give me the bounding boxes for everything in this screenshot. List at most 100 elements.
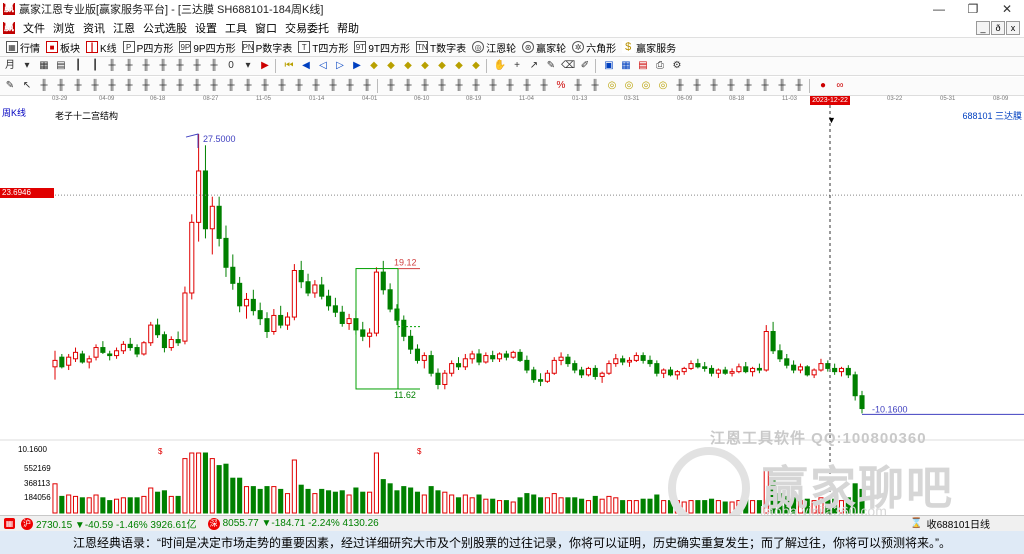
circle-tool-icon[interactable]: ◎: [656, 79, 670, 93]
bars-tool-icon[interactable]: ╫: [435, 79, 449, 93]
status-right[interactable]: ⌛ 收688101日线: [910, 516, 990, 531]
circle-tool-icon[interactable]: ◎: [605, 79, 619, 93]
menu-news[interactable]: 资讯: [79, 20, 109, 36]
book-icon[interactable]: ▤: [636, 59, 650, 73]
pen-icon[interactable]: ✎: [3, 79, 17, 93]
circle-tool-icon[interactable]: ◎: [639, 79, 653, 93]
sh-index[interactable]: ▦ 沪 2730.15 ▼-40.59 -1.46% 3926.61亿: [0, 516, 197, 531]
close-button[interactable]: ✕: [990, 0, 1024, 18]
settings-icon[interactable]: ⚙: [670, 59, 684, 73]
bars-tool-icon[interactable]: ╫: [122, 59, 136, 73]
period-select-icon[interactable]: 月: [3, 59, 17, 73]
bars-tool-icon[interactable]: ╫: [537, 79, 551, 93]
dropdown-icon[interactable]: ▾: [241, 59, 255, 73]
menu-formula[interactable]: 公式选股: [139, 20, 191, 36]
bars-tool-icon[interactable]: ╫: [156, 79, 170, 93]
calculator-icon[interactable]: ▦: [619, 59, 633, 73]
toolbar-9p-square[interactable]: 9P 9P四方形: [179, 40, 236, 55]
toolbar-p-table[interactable]: PN P数字表: [241, 40, 292, 55]
pen-icon[interactable]: ✐: [578, 59, 592, 73]
next-icon[interactable]: ▶: [350, 59, 364, 73]
bars-tool-icon[interactable]: ╫: [105, 79, 119, 93]
toolbar-gann-wheel[interactable]: ◎ 江恩轮: [472, 40, 516, 55]
bars-tool-icon[interactable]: ╫: [571, 79, 585, 93]
toolbar-sectors[interactable]: ■ 板块: [46, 40, 80, 55]
bars-tool-icon[interactable]: ╫: [690, 79, 704, 93]
restore-button[interactable]: ❐: [956, 0, 990, 18]
marker-icon[interactable]: ▶: [258, 59, 272, 73]
bars-tool-icon[interactable]: ╫: [486, 79, 500, 93]
diamond-icon[interactable]: ◆: [469, 59, 483, 73]
bars-tool-icon[interactable]: ╫: [173, 59, 187, 73]
bars-tool-icon[interactable]: ╫: [792, 79, 806, 93]
image-icon[interactable]: ▣: [602, 59, 616, 73]
bars-tool-icon[interactable]: ╫: [309, 79, 323, 93]
bars-tool-icon[interactable]: ╫: [156, 59, 170, 73]
bars-tool-icon[interactable]: ╫: [224, 79, 238, 93]
bars-tool-icon[interactable]: ╫: [275, 79, 289, 93]
bars-tool-icon[interactable]: ╫: [469, 79, 483, 93]
bars-tool-icon[interactable]: ╫: [190, 59, 204, 73]
right-icon[interactable]: ▷: [333, 59, 347, 73]
toolbar-t-square[interactable]: T T四方形: [298, 40, 348, 55]
hand-icon[interactable]: ✋: [493, 59, 507, 73]
bars-tool-icon[interactable]: ╫: [71, 79, 85, 93]
dropdown-icon[interactable]: ▾: [20, 59, 34, 73]
child-restore-button[interactable]: ð: [991, 21, 1005, 35]
diamond-icon[interactable]: ◆: [401, 59, 415, 73]
sz-index[interactable]: 深 8055.77 ▼-184.71 -2.24% 4130.26: [205, 517, 379, 530]
bars-tool-icon[interactable]: ╫: [588, 79, 602, 93]
bars-tool-icon[interactable]: ╫: [37, 79, 51, 93]
line-tool-icon[interactable]: ↗: [527, 59, 541, 73]
diamond-icon[interactable]: ◆: [367, 59, 381, 73]
candle-tool-icon[interactable]: ┃: [88, 59, 102, 73]
bars-tool-icon[interactable]: ╫: [105, 59, 119, 73]
toolbar-winner-wheel[interactable]: ⊛ 赢家轮: [522, 40, 566, 55]
bars-tool-icon[interactable]: ╫: [292, 79, 306, 93]
zero-tool-icon[interactable]: 0: [224, 59, 238, 73]
bars-tool-icon[interactable]: ╫: [139, 79, 153, 93]
infinity-icon[interactable]: ∞: [833, 79, 847, 93]
bars-tool-icon[interactable]: ╫: [207, 79, 221, 93]
menu-window[interactable]: 窗口: [251, 20, 281, 36]
menu-gann[interactable]: 江恩: [109, 20, 139, 36]
toolbar-9t-square[interactable]: 9T 9T四方形: [354, 40, 410, 55]
bars-tool-icon[interactable]: ╫: [520, 79, 534, 93]
candle-tool-icon[interactable]: ┃: [71, 59, 85, 73]
toolbar-hexagon[interactable]: ✲ 六角形: [572, 40, 616, 55]
grid-tool-icon[interactable]: ▦: [37, 59, 51, 73]
bars-tool-icon[interactable]: ╫: [258, 79, 272, 93]
bars-tool-icon[interactable]: ╫: [758, 79, 772, 93]
bars-tool-icon[interactable]: ╫: [724, 79, 738, 93]
diamond-icon[interactable]: ◆: [435, 59, 449, 73]
crosshair-icon[interactable]: +: [510, 59, 524, 73]
bars-tool-icon[interactable]: ╫: [122, 79, 136, 93]
minimize-button[interactable]: —: [922, 0, 956, 18]
circle-tool-icon[interactable]: ◎: [622, 79, 636, 93]
toolbar-kline[interactable]: ┃ K线: [86, 40, 117, 55]
diamond-icon[interactable]: ◆: [384, 59, 398, 73]
bars-tool-icon[interactable]: ╫: [207, 59, 221, 73]
menu-browse[interactable]: 浏览: [49, 20, 79, 36]
toolbar-t-table[interactable]: TN T数字表: [416, 40, 466, 55]
bars-tool-icon[interactable]: ╫: [241, 79, 255, 93]
first-icon[interactable]: ⏮: [282, 59, 296, 73]
bars-tool-icon[interactable]: ╫: [741, 79, 755, 93]
fan-tool-icon[interactable]: ✎: [544, 59, 558, 73]
color-wheel-icon[interactable]: ●: [816, 79, 830, 93]
child-close-button[interactable]: x: [1006, 21, 1020, 35]
toolbar-quotes[interactable]: ▦ 行情: [6, 40, 40, 55]
toolbar-service[interactable]: $ 赢家服务: [622, 40, 676, 55]
bars-tool-icon[interactable]: ╫: [360, 79, 374, 93]
arrow-icon[interactable]: ↖: [20, 79, 34, 93]
bars-tool-icon[interactable]: ╫: [54, 79, 68, 93]
table-tool-icon[interactable]: ▤: [54, 59, 68, 73]
menu-help[interactable]: 帮助: [333, 20, 363, 36]
toolbar-p-square[interactable]: P P四方形: [122, 40, 173, 55]
diamond-icon[interactable]: ◆: [418, 59, 432, 73]
menu-file[interactable]: 文件: [19, 20, 49, 36]
diamond-icon[interactable]: ◆: [452, 59, 466, 73]
child-minimize-button[interactable]: _: [976, 21, 990, 35]
print-icon[interactable]: ⎙: [653, 59, 667, 73]
bars-tool-icon[interactable]: ╫: [452, 79, 466, 93]
